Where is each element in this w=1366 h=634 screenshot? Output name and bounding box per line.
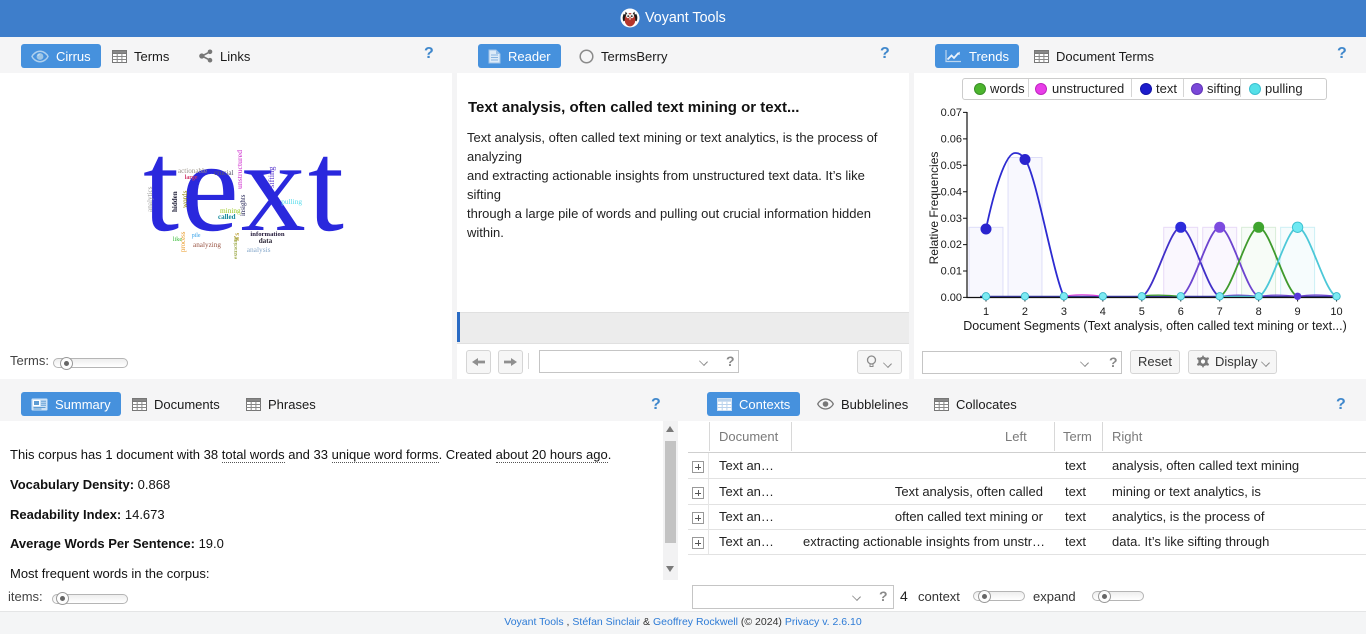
svg-text:4: 4: [1100, 306, 1106, 318]
svg-text:8: 8: [1256, 306, 1262, 318]
svg-text:0.07: 0.07: [941, 107, 962, 119]
svg-text:Document Segments (Text analys: Document Segments (Text analysis, often …: [963, 319, 1347, 333]
svg-text:0.03: 0.03: [941, 213, 962, 225]
svg-text:0.05: 0.05: [941, 160, 962, 172]
svg-text:7: 7: [1217, 306, 1223, 318]
svg-text:Relative Frequencies: Relative Frequencies: [927, 152, 941, 265]
svg-text:0.01: 0.01: [941, 266, 962, 278]
svg-text:0.06: 0.06: [941, 134, 962, 146]
svg-text:9: 9: [1295, 306, 1301, 318]
svg-text:0.02: 0.02: [941, 239, 962, 251]
svg-text:10: 10: [1330, 306, 1342, 318]
svg-text:0.00: 0.00: [941, 292, 962, 304]
svg-text:2: 2: [1022, 306, 1028, 318]
svg-text:3: 3: [1061, 306, 1067, 318]
svg-text:5: 5: [1139, 306, 1145, 318]
svg-text:1: 1: [983, 306, 989, 318]
svg-text:6: 6: [1178, 306, 1184, 318]
svg-text:0.04: 0.04: [941, 186, 962, 198]
